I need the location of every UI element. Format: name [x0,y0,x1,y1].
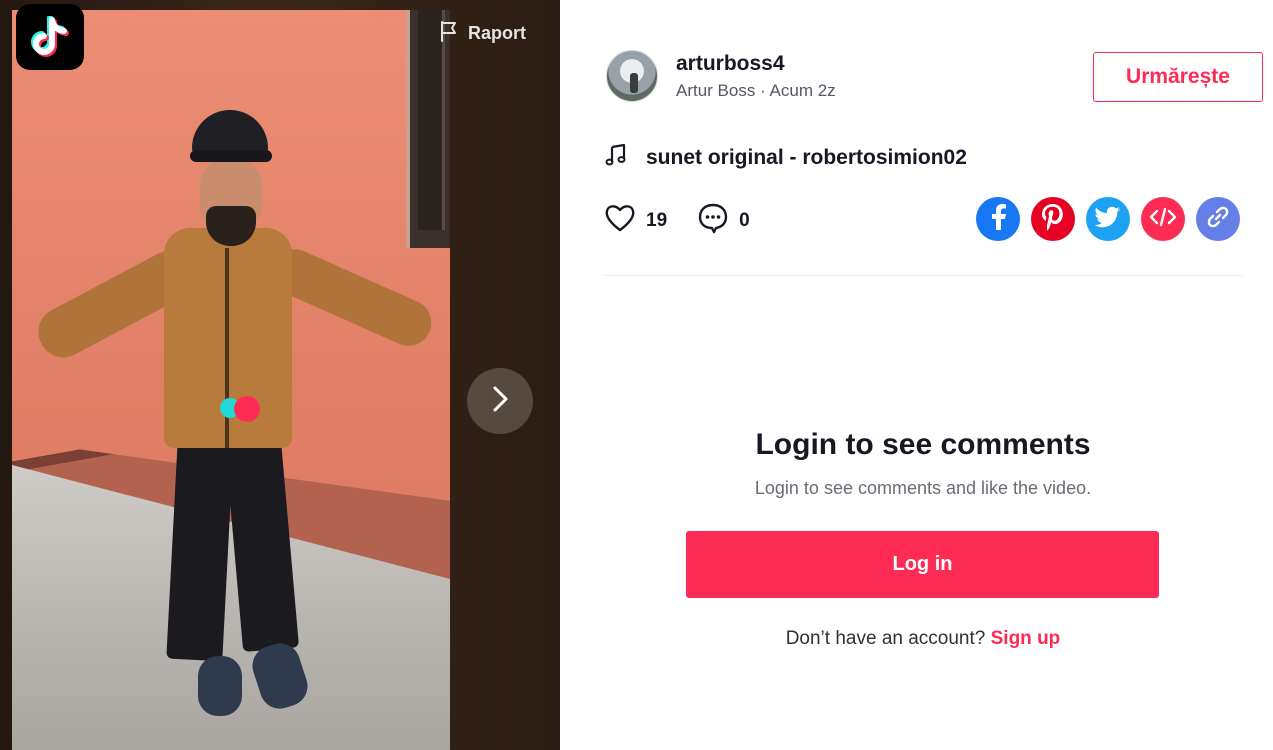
video-player[interactable]: Raport [0,0,560,750]
login-button[interactable]: Log in [686,531,1159,598]
subline-separator: · [755,81,770,100]
share-facebook-button[interactable] [976,197,1020,241]
signup-prompt: Don’t have an account? Sign up [604,628,1242,650]
music-note-icon [604,143,628,173]
avatar[interactable] [606,50,658,102]
video-frame[interactable] [12,10,450,750]
divider [604,275,1242,276]
comments-login-subtitle: Login to see comments and like the video… [754,478,1092,498]
comment-button[interactable]: 0 [697,202,750,240]
link-icon [1206,205,1230,234]
author-username[interactable]: arturboss4 [676,52,785,76]
comment-icon [697,202,729,240]
heart-icon [604,203,636,239]
pinterest-icon [1040,202,1066,237]
signup-prompt-text: Don’t have an account? [785,628,986,649]
avatar-figure [630,73,638,93]
loading-dot-red [234,396,260,422]
share-copy-link-button[interactable] [1196,197,1240,241]
post-time: Acum 2z [769,81,836,100]
follow-button[interactable]: Urmărește [1093,52,1263,102]
author-display-name: Artur Boss [676,81,756,100]
video-stats: 19 0 [604,202,780,240]
person-right-leg [224,437,300,653]
author-subline: Artur Boss · Acum 2z [676,81,836,101]
share-pinterest-button[interactable] [1031,197,1075,241]
twitter-icon [1094,206,1121,233]
share-twitter-button[interactable] [1086,197,1130,241]
comments-login-title: Login to see comments [755,428,1091,461]
music-label: sunet original - robertosimion02 [646,146,967,169]
person-left-shoe [198,656,242,716]
flag-icon [438,20,460,47]
chevron-right-icon [490,384,510,419]
report-label: Raport [468,22,526,43]
tiktok-logo-icon[interactable] [16,4,84,70]
share-buttons [976,197,1240,241]
next-video-button[interactable] [467,368,533,434]
person-cap-brim [190,150,272,162]
comment-count: 0 [739,210,750,231]
loading-indicator [220,396,264,422]
like-button[interactable]: 19 [604,203,667,239]
person-left-leg [166,438,234,662]
embed-code-icon [1149,207,1177,232]
report-button[interactable]: Raport [438,20,526,46]
video-scene-person [12,10,450,750]
music-link[interactable]: sunet original - robertosimion02 [604,143,967,173]
facebook-icon [987,203,1009,235]
share-embed-button[interactable] [1141,197,1185,241]
like-count: 19 [646,210,668,231]
signup-link[interactable]: Sign up [991,628,1061,649]
